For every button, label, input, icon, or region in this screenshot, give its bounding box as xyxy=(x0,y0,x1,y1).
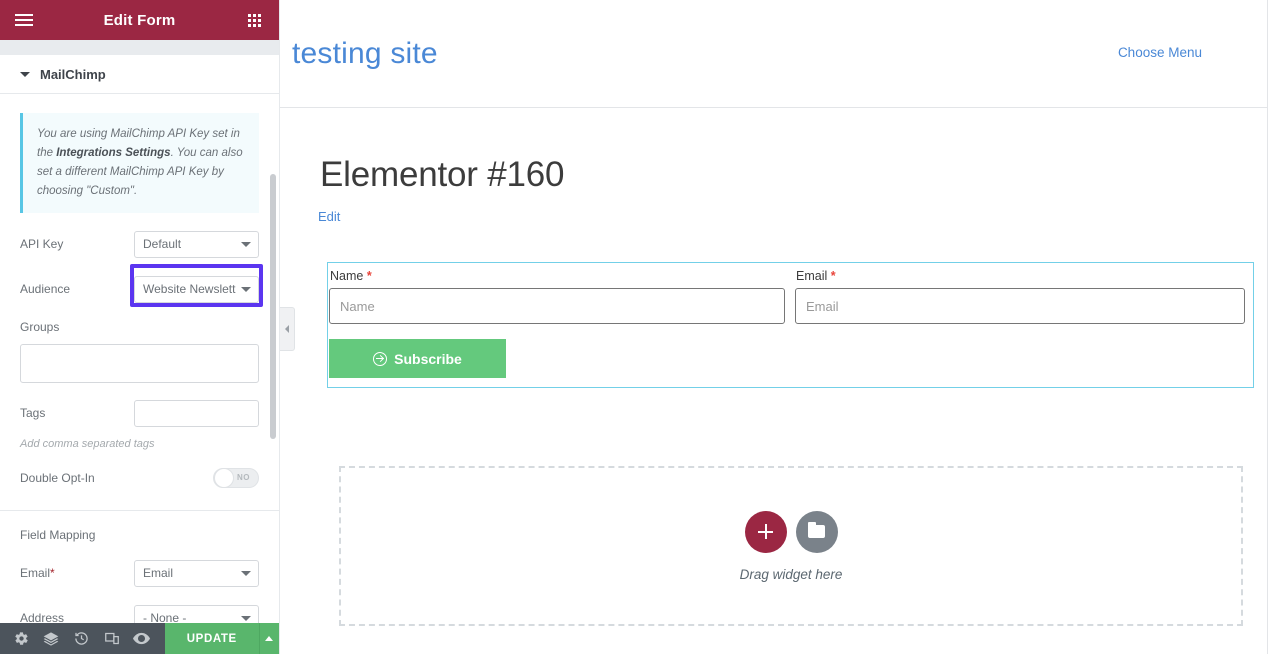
hamburger-icon[interactable] xyxy=(8,0,40,40)
gear-icon[interactable] xyxy=(6,623,36,654)
panel-footer-toolbar: UPDATE xyxy=(0,623,279,654)
circle-arrow-right-icon xyxy=(373,352,387,366)
field-mapping-title: Field Mapping xyxy=(20,528,259,542)
chevron-down-icon xyxy=(241,242,251,247)
responsive-icon[interactable] xyxy=(96,623,126,654)
audience-select[interactable]: Website Newsletter xyxy=(134,276,259,303)
row-tags: Tags xyxy=(20,400,259,427)
api-key-label: API Key xyxy=(20,237,63,251)
update-button[interactable]: UPDATE xyxy=(165,623,259,654)
site-title[interactable]: testing site xyxy=(292,37,438,71)
double-optin-label: Double Opt-In xyxy=(20,471,95,485)
preview-eye-icon[interactable] xyxy=(127,623,157,654)
notice-bold: Integrations Settings xyxy=(56,147,170,159)
panel-header: Edit Form xyxy=(0,0,279,40)
subscribe-form-widget[interactable]: Name * Name Email * Email Subscribe xyxy=(327,262,1254,388)
add-section-button[interactable] xyxy=(745,511,787,553)
audience-value: Website Newsletter xyxy=(143,282,236,296)
row-api-key: API Key Default xyxy=(20,231,259,258)
row-map-email: Email* Email xyxy=(20,560,259,587)
row-map-address: Address - None - xyxy=(20,605,259,623)
toggle-state-label: NO xyxy=(237,473,250,482)
map-email-value: Email xyxy=(143,566,173,580)
section-divider xyxy=(0,510,279,511)
tags-label: Tags xyxy=(20,406,45,420)
form-col-email: Email * Email xyxy=(793,269,1253,324)
caret-down-icon xyxy=(20,72,30,77)
double-optin-toggle-wrap: NO xyxy=(213,468,259,488)
elementor-editor: Edit Form MailChimp You are using MailCh… xyxy=(0,0,1268,654)
grid-apps-icon[interactable] xyxy=(239,0,269,40)
history-icon[interactable] xyxy=(66,623,96,654)
edit-link[interactable]: Edit xyxy=(318,209,340,224)
choose-menu-link[interactable]: Choose Menu xyxy=(1118,45,1202,60)
row-double-optin: Double Opt-In NO xyxy=(20,468,259,488)
preview-canvas: testing site Choose Menu Elementor #160 … xyxy=(280,0,1268,654)
row-audience: Audience Website Newsletter xyxy=(20,276,259,303)
email-input[interactable]: Email xyxy=(795,288,1245,324)
name-field-label: Name * xyxy=(329,269,785,288)
section-header-mailchimp[interactable]: MailChimp xyxy=(0,55,279,94)
api-key-select[interactable]: Default xyxy=(134,231,259,258)
required-asterisk: * xyxy=(50,566,55,580)
required-asterisk: * xyxy=(831,269,836,283)
map-address-label: Address xyxy=(20,611,64,623)
chevron-down-icon xyxy=(241,287,251,292)
map-address-value: - None - xyxy=(143,611,186,623)
tags-input[interactable] xyxy=(134,400,259,427)
chevron-left-icon xyxy=(285,325,289,333)
panel-title: Edit Form xyxy=(104,12,176,29)
update-options-button[interactable] xyxy=(259,623,279,654)
panel-collapse-tab[interactable] xyxy=(280,307,295,351)
editor-panel: Edit Form MailChimp You are using MailCh… xyxy=(0,0,280,654)
required-asterisk: * xyxy=(367,269,372,283)
map-address-select[interactable]: - None - xyxy=(134,605,259,623)
folder-icon xyxy=(808,525,825,538)
chevron-down-icon xyxy=(241,571,251,576)
groups-textarea[interactable] xyxy=(20,344,259,383)
caret-up-icon xyxy=(265,636,273,641)
widget-dropzone[interactable]: Drag widget here xyxy=(339,466,1243,626)
api-key-notice: You are using MailChimp API Key set in t… xyxy=(20,113,259,213)
panel-scrollbar-track[interactable] xyxy=(270,94,276,623)
panel-scrollbar-thumb[interactable] xyxy=(270,174,276,439)
layers-icon[interactable] xyxy=(36,623,66,654)
email-field-label: Email * xyxy=(795,269,1245,288)
subscribe-button-label: Subscribe xyxy=(394,351,462,367)
panel-body: You are using MailChimp API Key set in t… xyxy=(0,94,279,623)
name-input[interactable]: Name xyxy=(329,288,785,324)
form-fields-row: Name * Name Email * Email xyxy=(328,263,1253,324)
dropzone-buttons xyxy=(745,511,838,553)
row-groups: Groups xyxy=(20,320,259,334)
chevron-down-icon xyxy=(241,616,251,621)
map-email-label: Email* xyxy=(20,566,55,580)
double-optin-toggle[interactable]: NO xyxy=(213,468,259,488)
page-title: Elementor #160 xyxy=(320,155,1268,195)
toggle-knob xyxy=(214,468,234,488)
section-label: MailChimp xyxy=(40,67,106,82)
map-email-select[interactable]: Email xyxy=(134,560,259,587)
tags-hint: Add comma separated tags xyxy=(20,438,259,450)
form-col-name: Name * Name xyxy=(328,269,793,324)
panel-subbar xyxy=(0,40,279,55)
plus-icon xyxy=(758,524,773,539)
audience-label: Audience xyxy=(20,282,70,296)
groups-label: Groups xyxy=(20,320,59,334)
api-key-value: Default xyxy=(143,237,181,251)
subscribe-button[interactable]: Subscribe xyxy=(329,339,506,378)
panel-scroll-content: You are using MailChimp API Key set in t… xyxy=(0,113,279,623)
dropzone-label: Drag widget here xyxy=(740,567,843,582)
add-template-button[interactable] xyxy=(796,511,838,553)
site-header: testing site Choose Menu xyxy=(280,0,1268,108)
